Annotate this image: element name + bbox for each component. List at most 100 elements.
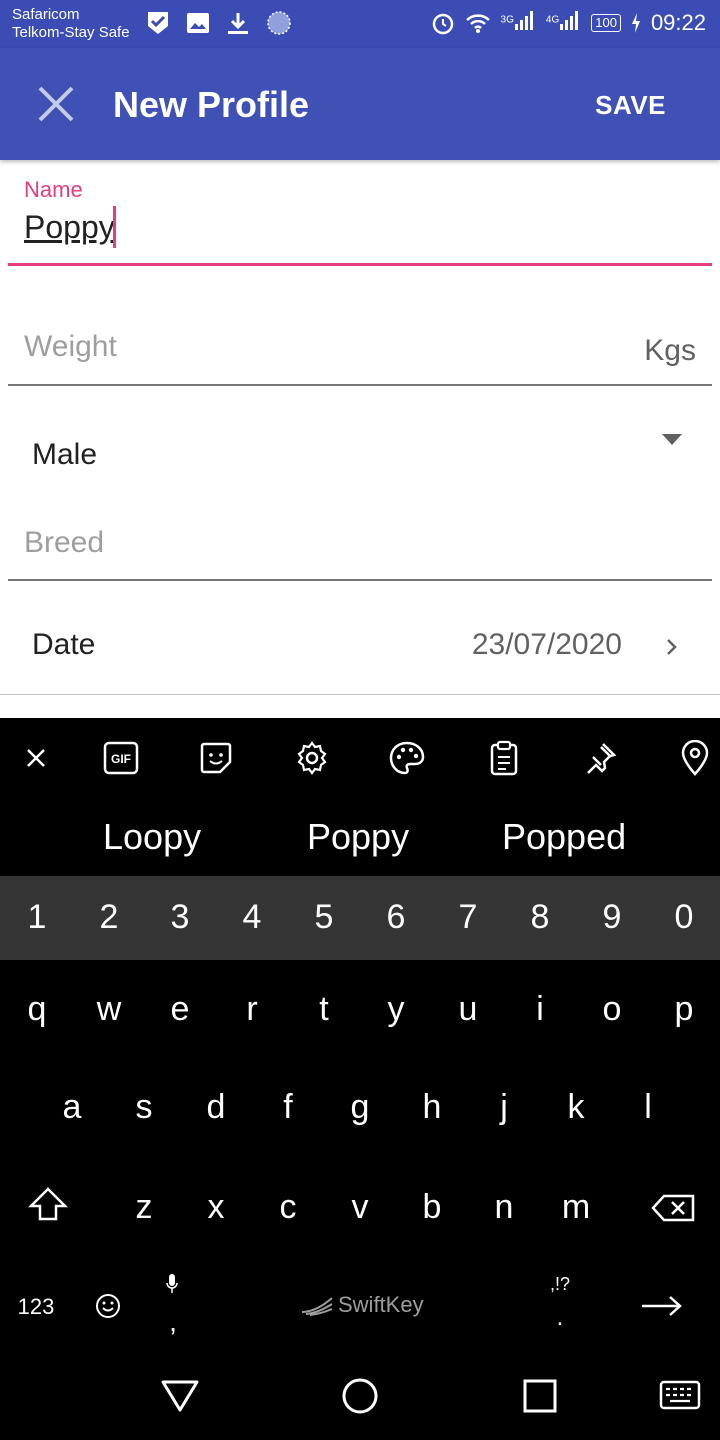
key-7[interactable]: 7 bbox=[448, 898, 488, 937]
clipboard-button[interactable] bbox=[484, 738, 524, 778]
punctuation-key-top: ,!? bbox=[549, 1274, 570, 1294]
key-l[interactable]: l bbox=[628, 1088, 668, 1127]
key-0[interactable]: 0 bbox=[664, 898, 704, 937]
key-8[interactable]: 8 bbox=[520, 898, 560, 937]
key-p[interactable]: p bbox=[664, 990, 704, 1029]
key-q[interactable]: q bbox=[17, 990, 57, 1029]
key-m[interactable]: m bbox=[556, 1188, 596, 1227]
key-9[interactable]: 9 bbox=[592, 898, 632, 937]
weight-field-underline bbox=[8, 384, 712, 386]
key-4[interactable]: 4 bbox=[232, 898, 272, 937]
recents-button[interactable] bbox=[518, 1376, 562, 1416]
number-row: 1 2 3 4 5 6 7 8 9 0 bbox=[0, 876, 720, 960]
key-5[interactable]: 5 bbox=[304, 898, 344, 937]
symbols-key[interactable]: 123 bbox=[14, 1294, 58, 1320]
key-j[interactable]: j bbox=[484, 1088, 524, 1127]
location-button[interactable] bbox=[675, 738, 715, 778]
key-v[interactable]: v bbox=[340, 1188, 380, 1227]
gif-icon-label: GIF bbox=[111, 752, 131, 766]
loading-icon bbox=[267, 11, 291, 35]
back-button[interactable] bbox=[158, 1376, 202, 1416]
key-g[interactable]: g bbox=[340, 1088, 380, 1127]
key-d[interactable]: d bbox=[196, 1088, 236, 1127]
home-circle-icon bbox=[342, 1378, 378, 1414]
key-x[interactable]: x bbox=[196, 1188, 236, 1227]
enter-key[interactable] bbox=[638, 1288, 686, 1324]
battery-icon: 100 bbox=[591, 14, 621, 32]
date-value: 23/07/2020 bbox=[471, 628, 622, 661]
suggestion-item[interactable]: Loopy bbox=[103, 816, 201, 858]
name-input[interactable]: Poppy bbox=[24, 209, 115, 246]
key-z[interactable]: z bbox=[124, 1188, 164, 1227]
key-2[interactable]: 2 bbox=[89, 898, 129, 937]
toolbar-close-button[interactable] bbox=[16, 738, 56, 778]
text-cursor bbox=[113, 206, 116, 248]
gender-dropdown[interactable]: Male bbox=[32, 438, 97, 472]
swiftkey-logo-text: SwiftKey bbox=[338, 1292, 424, 1317]
breed-input[interactable]: Breed bbox=[24, 526, 104, 560]
back-triangle-icon bbox=[161, 1380, 199, 1412]
home-button[interactable] bbox=[338, 1376, 382, 1416]
key-1[interactable]: 1 bbox=[17, 898, 57, 937]
key-o[interactable]: o bbox=[592, 990, 632, 1029]
key-s[interactable]: s bbox=[124, 1088, 164, 1127]
key-u[interactable]: u bbox=[448, 990, 488, 1029]
key-r[interactable]: r bbox=[232, 990, 272, 1029]
key-k[interactable]: k bbox=[556, 1088, 596, 1127]
sticker-button[interactable] bbox=[196, 738, 236, 778]
key-w[interactable]: w bbox=[89, 990, 129, 1029]
system-nav-bar bbox=[0, 1352, 720, 1440]
key-a[interactable]: a bbox=[52, 1088, 92, 1127]
network-4g-label: 4G bbox=[545, 14, 560, 26]
emoji-key[interactable] bbox=[92, 1290, 124, 1322]
pin-icon bbox=[587, 743, 617, 774]
carrier-primary: Safaricom bbox=[12, 6, 80, 23]
page-title: New Profile bbox=[113, 84, 310, 125]
breed-field-underline bbox=[8, 579, 712, 581]
gif-button[interactable]: GIF bbox=[101, 738, 141, 778]
shift-icon bbox=[28, 1187, 68, 1221]
date-divider bbox=[0, 694, 720, 695]
key-3[interactable]: 3 bbox=[160, 898, 200, 937]
close-button[interactable] bbox=[24, 72, 88, 136]
suggestion-item[interactable]: Poppy bbox=[307, 816, 409, 858]
key-b[interactable]: b bbox=[412, 1188, 452, 1227]
save-button[interactable]: SAVE bbox=[595, 90, 666, 121]
download-icon bbox=[228, 13, 248, 34]
key-6[interactable]: 6 bbox=[376, 898, 416, 937]
pin-button[interactable] bbox=[580, 738, 620, 778]
weight-input[interactable]: Weight bbox=[24, 330, 117, 364]
hide-keyboard-button[interactable] bbox=[656, 1376, 704, 1416]
key-c[interactable]: c bbox=[268, 1188, 308, 1227]
backspace-icon bbox=[651, 1194, 695, 1222]
emoji-icon bbox=[96, 1294, 120, 1318]
chevron-right-icon bbox=[667, 639, 677, 655]
key-e[interactable]: e bbox=[160, 990, 200, 1029]
system-status-icons: 3G 4G 100 09:22 bbox=[431, 10, 706, 36]
key-i[interactable]: i bbox=[520, 990, 560, 1029]
key-t[interactable]: t bbox=[304, 990, 344, 1029]
key-h[interactable]: h bbox=[412, 1088, 452, 1127]
keyboard-toolbar: GIF bbox=[0, 718, 720, 798]
clipboard-icon bbox=[490, 740, 518, 776]
key-n[interactable]: n bbox=[484, 1188, 524, 1227]
key-y[interactable]: y bbox=[376, 990, 416, 1029]
clock: 09:22 bbox=[650, 10, 706, 35]
location-icon bbox=[681, 740, 709, 776]
settings-icon bbox=[297, 741, 327, 775]
backspace-key[interactable] bbox=[650, 1190, 696, 1226]
swiftkey-keyboard: GIF Loopy Poppy Popped 1 2 3 4 5 6 7 8 9… bbox=[0, 718, 720, 1440]
dropdown-arrow-icon[interactable] bbox=[662, 434, 682, 445]
suggestion-item[interactable]: Popped bbox=[502, 816, 626, 858]
wifi-icon bbox=[465, 14, 490, 33]
comma-key-label: , bbox=[169, 1306, 177, 1337]
shield-check-icon bbox=[148, 12, 168, 34]
settings-button[interactable] bbox=[292, 738, 332, 778]
key-f[interactable]: f bbox=[268, 1088, 308, 1127]
themes-button[interactable] bbox=[387, 738, 427, 778]
close-icon bbox=[27, 749, 45, 767]
palette-icon bbox=[389, 741, 425, 775]
shift-key[interactable] bbox=[26, 1184, 70, 1224]
recents-square-icon bbox=[523, 1379, 557, 1413]
weight-unit-label: Kgs bbox=[644, 334, 696, 367]
